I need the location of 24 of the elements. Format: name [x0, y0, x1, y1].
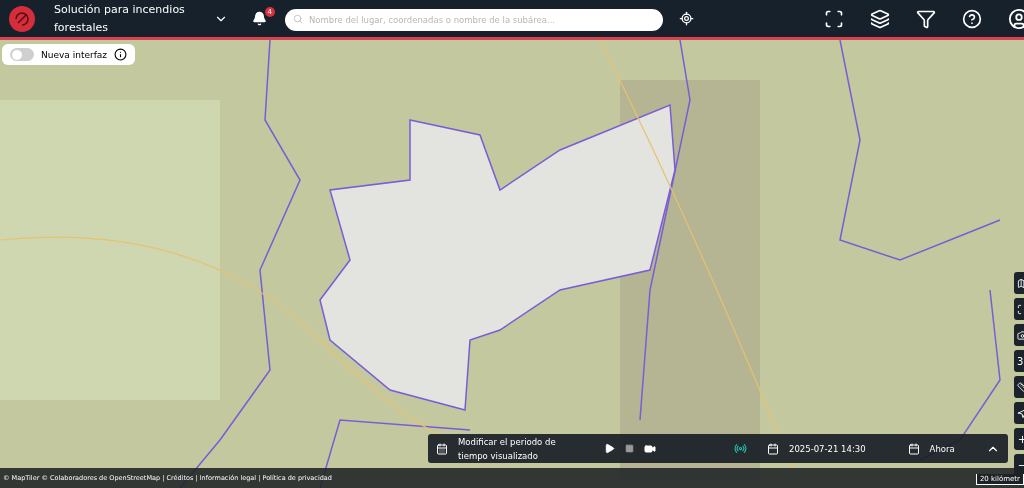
live-icon[interactable]: [734, 442, 747, 455]
info-icon[interactable]: [114, 48, 128, 61]
logo-icon: [8, 4, 36, 33]
toggle-label: Nueva interfaz: [41, 49, 108, 60]
calendar-icon: [907, 442, 920, 455]
selection-frame-icon[interactable]: [824, 8, 844, 29]
search-field[interactable]: Nombre del lugar, coordenadas o nombre de la subárea...: [285, 8, 663, 31]
locate-icon[interactable]: [679, 11, 694, 26]
time-period-label: Modificar el periodo de tiempo visualizado: [458, 435, 557, 463]
notifications-bell-icon[interactable]: [252, 11, 267, 26]
play-icon[interactable]: [604, 443, 615, 454]
map-control-button[interactable]: 3: [1014, 350, 1024, 372]
layers-icon[interactable]: [870, 8, 890, 29]
filter-icon[interactable]: [916, 8, 936, 29]
stop-icon[interactable]: [625, 444, 634, 453]
user-icon[interactable]: [1008, 7, 1024, 30]
help-icon[interactable]: [962, 8, 982, 29]
search-icon: [293, 13, 303, 24]
now-label[interactable]: Ahora: [929, 443, 955, 454]
interface-toggle[interactable]: [10, 48, 34, 61]
video-icon[interactable]: [644, 442, 656, 455]
app-title: Solución para incendios forestales: [54, 1, 186, 36]
calendar-icon: [767, 442, 779, 455]
date-time: 2025-07-21 14:30: [789, 443, 866, 454]
